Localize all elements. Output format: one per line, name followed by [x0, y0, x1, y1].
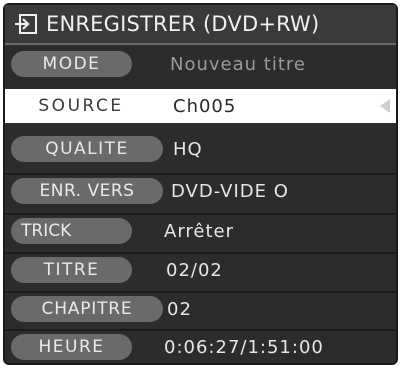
row-value: HQ	[173, 138, 203, 160]
row-value: 02/02	[166, 259, 223, 281]
row-label: TITRE	[11, 257, 132, 283]
row-value: Nouveau titre	[170, 53, 306, 75]
menu-row-chapitre[interactable]: CHAPITRE 02	[5, 291, 396, 325]
row-label: CHAPITRE	[11, 296, 163, 322]
menu-row-trick[interactable]: TRICK Arrêter	[5, 213, 396, 247]
menu-row-qualite[interactable]: QUALITE HQ	[5, 132, 396, 166]
record-icon	[14, 13, 38, 35]
dvd-osd-screen: ENREGISTRER (DVD+RW) MODE Nouveau titre …	[0, 0, 401, 368]
row-value: DVD-VIDE O	[171, 180, 289, 202]
record-menu-panel: ENREGISTRER (DVD+RW) MODE Nouveau titre …	[3, 3, 398, 365]
row-label: MODE	[11, 51, 132, 77]
row-value: 02	[167, 298, 192, 320]
menu-row-source[interactable]: SOURCE Ch005	[5, 89, 396, 123]
row-label: QUALITE	[11, 136, 163, 162]
row-label: SOURCE	[11, 93, 151, 119]
row-value: Arrêter	[164, 220, 235, 242]
menu-title: ENREGISTRER (DVD+RW)	[46, 12, 320, 36]
menu-row-enr-vers[interactable]: ENR. VERS DVD-VIDE O	[5, 173, 396, 207]
selection-cursor-icon	[380, 99, 390, 113]
menu-row-titre[interactable]: TITRE 02/02	[5, 252, 396, 286]
menu-row-mode[interactable]: MODE Nouveau titre	[5, 47, 396, 81]
row-label: HEURE	[11, 334, 132, 360]
row-value: 0:06:27/1:51:00	[164, 336, 324, 358]
row-label: ENR. VERS	[11, 178, 163, 204]
row-value: Ch005	[173, 95, 237, 117]
menu-row-heure[interactable]: HEURE 0:06:27/1:51:00	[5, 329, 396, 363]
menu-header: ENREGISTRER (DVD+RW)	[5, 5, 396, 45]
row-label: TRICK	[11, 218, 132, 244]
